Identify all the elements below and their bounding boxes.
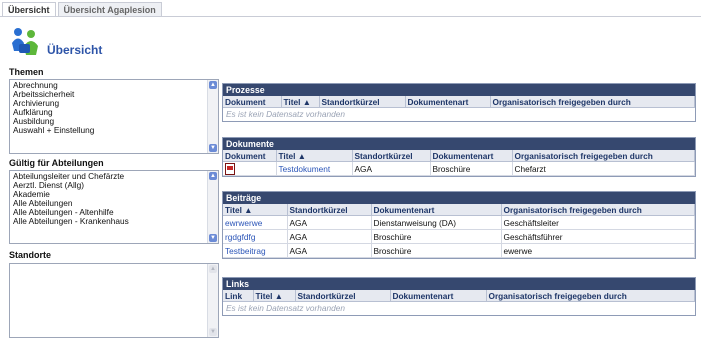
dokumente-table: Dokument Titel ▲ Standortkürzel Dokument… — [223, 150, 695, 176]
column-header[interactable]: Standortkürzel — [352, 150, 431, 162]
beitraege-table: Titel ▲ Standortkürzel Dokumentenart Org… — [223, 204, 695, 258]
abteilungen-label: Gültig für Abteilungen — [9, 158, 104, 168]
themen-label: Themen — [9, 67, 44, 77]
scroll-down-icon[interactable]: ▼ — [209, 144, 217, 152]
links-panel: Links Link Titel ▲ Standortkürzel Dokume… — [222, 277, 696, 316]
table-row: rgdgfdfg AGA Broschüre Geschäftsführer — [223, 229, 695, 244]
table-cell: AGA — [352, 161, 431, 176]
table-cell: AGA — [287, 215, 372, 230]
scroll-up-icon[interactable]: ▲ — [209, 81, 217, 89]
panel-title: Dokumente — [223, 138, 695, 150]
column-header[interactable]: Standortkürzel — [295, 290, 391, 302]
table-cell: AGA — [287, 243, 372, 258]
list-item[interactable]: Alle Abteilungen - Krankenhaus — [10, 217, 218, 226]
dokumente-panel: Dokumente Dokument Titel ▲ Standortkürze… — [222, 137, 696, 177]
column-header[interactable]: Dokumentenart — [371, 204, 502, 216]
scroll-down-icon[interactable]: ▼ — [209, 234, 217, 242]
table-cell: ewerwe — [501, 243, 695, 258]
table-cell: Chefarzt — [512, 161, 695, 176]
abteilungen-scrollbar[interactable]: ▲ ▼ — [207, 171, 218, 243]
column-header[interactable]: Organisatorisch freigegeben durch — [486, 290, 695, 302]
tab-uebersicht[interactable]: Übersicht — [2, 2, 56, 16]
tab-divider — [0, 16, 701, 17]
beitrag-link[interactable]: ewrwerwe — [223, 215, 288, 230]
column-header[interactable]: Dokumentenart — [430, 150, 513, 162]
column-header[interactable]: Titel ▲ — [223, 204, 288, 216]
column-header[interactable]: Dokumentenart — [405, 96, 491, 108]
table-cell: AGA — [287, 229, 372, 244]
column-header[interactable]: Titel ▲ — [253, 290, 296, 302]
table-cell: Dienstanweisung (DA) — [371, 215, 502, 230]
table-row: Testbeitrag AGA Broschüre ewerwe — [223, 243, 695, 258]
links-table: Link Titel ▲ Standortkürzel Dokumentenar… — [223, 290, 695, 302]
column-header[interactable]: Dokument — [223, 150, 277, 162]
scroll-up-icon[interactable]: ▲ — [209, 172, 217, 180]
column-header[interactable]: Link — [223, 290, 254, 302]
prozesse-panel: Prozesse Dokument Titel ▲ Standortkürzel… — [222, 83, 696, 122]
beitraege-panel: Beiträge Titel ▲ Standortkürzel Dokument… — [222, 191, 696, 259]
page-title: Übersicht — [47, 43, 103, 57]
beitrag-link[interactable]: Testbeitrag — [223, 243, 288, 258]
table-row: ewrwerwe AGA Dienstanweisung (DA) Geschä… — [223, 215, 695, 230]
prozesse-table: Dokument Titel ▲ Standortkürzel Dokument… — [223, 96, 695, 108]
panel-title: Links — [223, 278, 695, 290]
themen-scrollbar[interactable]: ▲ ▼ — [207, 80, 218, 153]
puzzle-people-icon — [12, 28, 38, 55]
tab-uebersicht-agaplesion[interactable]: Übersicht Agaplesion — [57, 2, 162, 16]
column-header[interactable]: Titel ▲ — [276, 150, 353, 162]
beitrag-link[interactable]: rgdgfdfg — [223, 229, 288, 244]
abteilungen-listbox[interactable]: Abteilungsleiter und Chefärzte Aerztl. D… — [9, 170, 219, 244]
column-header[interactable]: Organisatorisch freigegeben durch — [490, 96, 695, 108]
column-header[interactable]: Dokument — [223, 96, 282, 108]
panel-title: Beiträge — [223, 192, 695, 204]
tab-bar: Übersicht Übersicht Agaplesion — [2, 2, 162, 16]
panel-title: Prozesse — [223, 84, 695, 96]
themen-listbox[interactable]: Abrechnung Arbeitssicherheit Archivierun… — [9, 79, 219, 154]
empty-message: Es ist kein Datensatz vorhanden — [226, 303, 345, 313]
standorte-label: Standorte — [9, 250, 52, 260]
table-cell: Broschüre — [430, 161, 513, 176]
column-header[interactable]: Standortkürzel — [287, 204, 372, 216]
column-header[interactable]: Titel ▲ — [281, 96, 320, 108]
scroll-down-icon: ▼ — [209, 328, 217, 336]
table-cell: Broschüre — [371, 229, 502, 244]
table-cell: Geschäftsleiter — [501, 215, 695, 230]
document-link[interactable]: Testdokument — [276, 161, 353, 176]
table-row: Testdokument AGA Broschüre Chefarzt — [223, 161, 695, 176]
column-header[interactable]: Organisatorisch freigegeben durch — [501, 204, 695, 216]
scroll-up-icon: ▲ — [209, 265, 217, 273]
table-cell: Geschäftsführer — [501, 229, 695, 244]
empty-message: Es ist kein Datensatz vorhanden — [226, 109, 345, 119]
column-header[interactable]: Dokumentenart — [390, 290, 487, 302]
column-header[interactable]: Organisatorisch freigegeben durch — [512, 150, 695, 162]
list-item[interactable]: Auswahl + Einstellung — [10, 126, 218, 135]
table-cell: Broschüre — [371, 243, 502, 258]
standorte-scrollbar: ▲ ▼ — [207, 264, 218, 337]
pdf-icon[interactable] — [225, 162, 235, 175]
standorte-listbox[interactable]: ▲ ▼ — [9, 263, 219, 338]
column-header[interactable]: Standortkürzel — [319, 96, 406, 108]
